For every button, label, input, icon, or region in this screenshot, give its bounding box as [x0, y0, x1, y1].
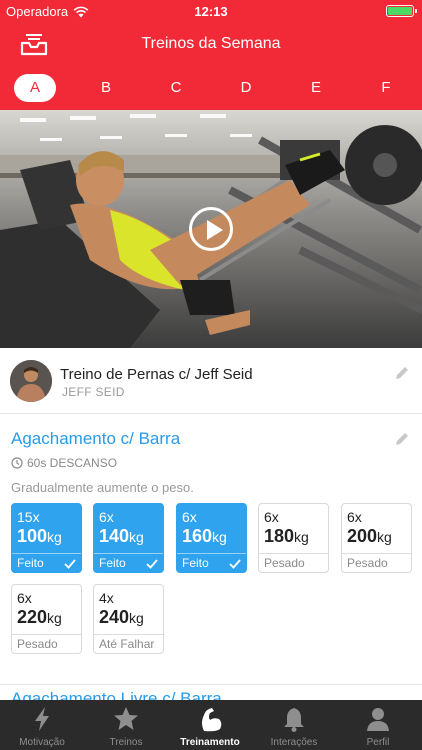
lightning-icon [35, 707, 49, 731]
tab-b[interactable]: B [85, 74, 127, 102]
tabbar-item-motivacao[interactable]: Motivação [0, 700, 84, 750]
tabbar-item-treinamento[interactable]: Treinamento [168, 700, 252, 750]
person-icon [367, 708, 389, 731]
workout-video[interactable] [0, 110, 422, 348]
set-status: Feito [177, 553, 246, 572]
pencil-icon[interactable] [394, 431, 410, 447]
day-tabs: A B C D E F [0, 74, 422, 102]
tabbar-label: Treinos [109, 737, 143, 748]
set-card[interactable]: 6x 180kg Pesado [258, 503, 329, 573]
workout-author: JEFF SEID [62, 385, 125, 399]
set-status: Pesado [259, 553, 328, 572]
set-reps: 4x [99, 590, 114, 606]
set-weight: 220kg [17, 607, 62, 627]
next-exercise-peek[interactable]: Agachamento Livre c/ Barra [0, 684, 422, 700]
set-status: Pesado [12, 634, 81, 653]
set-weight: 200kg [347, 526, 392, 546]
check-icon [229, 559, 241, 569]
exercise-note: Gradualmente aumente o peso. [11, 480, 194, 495]
exercise-title[interactable]: Agachamento c/ Barra [11, 429, 180, 449]
check-icon [64, 559, 76, 569]
set-card[interactable]: 6x 200kg Pesado [341, 503, 412, 573]
workout-header: Treino de Pernas c/ Jeff Seid JEFF SEID [0, 348, 422, 414]
star-icon [114, 707, 138, 730]
tabbar-item-perfil[interactable]: Perfil [336, 700, 420, 750]
avatar[interactable] [10, 360, 52, 402]
set-card[interactable]: 6x 220kg Pesado [11, 584, 82, 654]
set-card[interactable]: 15x 100kg Feito [11, 503, 82, 573]
workout-title: Treino de Pernas c/ Jeff Seid [60, 366, 253, 383]
tabbar-item-treinos[interactable]: Treinos [84, 700, 168, 750]
tab-e[interactable]: E [295, 74, 337, 102]
set-reps: 6x [182, 509, 197, 525]
pencil-icon[interactable] [394, 365, 410, 381]
tab-f[interactable]: F [365, 74, 407, 102]
header: Operadora 12:13 Treinos da Semana A B C … [0, 0, 422, 110]
set-status: Pesado [342, 553, 411, 572]
clock: 12:13 [194, 4, 228, 19]
rest-label: 60s DESCANSO [27, 456, 118, 470]
set-reps: 15x [17, 509, 40, 525]
play-icon[interactable] [189, 207, 233, 251]
navbar: Treinos da Semana [0, 22, 422, 66]
flexed-arm-icon [202, 708, 222, 732]
battery-icon [386, 5, 417, 17]
tabbar-label: Treinamento [180, 737, 240, 748]
tab-bar: Motivação Treinos Treinamento Interações… [0, 700, 422, 750]
tabbar-label: Interações [270, 737, 318, 748]
clock-icon [11, 457, 23, 469]
status-bar: Operadora 12:13 [0, 0, 422, 22]
set-reps: 6x [264, 509, 279, 525]
set-weight: 100kg [17, 526, 62, 546]
set-card[interactable]: 6x 160kg Feito [176, 503, 247, 573]
tabbar-label: Motivação [19, 737, 65, 748]
tab-d[interactable]: D [225, 74, 267, 102]
set-weight: 160kg [182, 526, 227, 546]
tabbar-item-interacoes[interactable]: Interações [252, 700, 336, 750]
set-card[interactable]: 6x 140kg Feito [93, 503, 164, 573]
set-reps: 6x [17, 590, 32, 606]
set-status: Feito [94, 553, 163, 572]
next-exercise-title: Agachamento Livre c/ Barra [11, 689, 222, 700]
page-title: Treinos da Semana [141, 35, 281, 52]
set-status: Até Falhar [94, 634, 163, 653]
check-icon [146, 559, 158, 569]
set-reps: 6x [99, 509, 114, 525]
set-card[interactable]: 4x 240kg Até Falhar [93, 584, 164, 654]
set-weight: 180kg [264, 526, 309, 546]
tab-c[interactable]: C [155, 74, 197, 102]
set-weight: 140kg [99, 526, 144, 546]
tabbar-label: Perfil [366, 737, 390, 748]
tab-a[interactable]: A [14, 74, 56, 102]
set-status: Feito [12, 553, 81, 572]
rest-time: 60s DESCANSO [11, 456, 117, 470]
set-reps: 6x [347, 509, 362, 525]
bell-icon [284, 708, 304, 732]
set-weight: 240kg [99, 607, 144, 627]
